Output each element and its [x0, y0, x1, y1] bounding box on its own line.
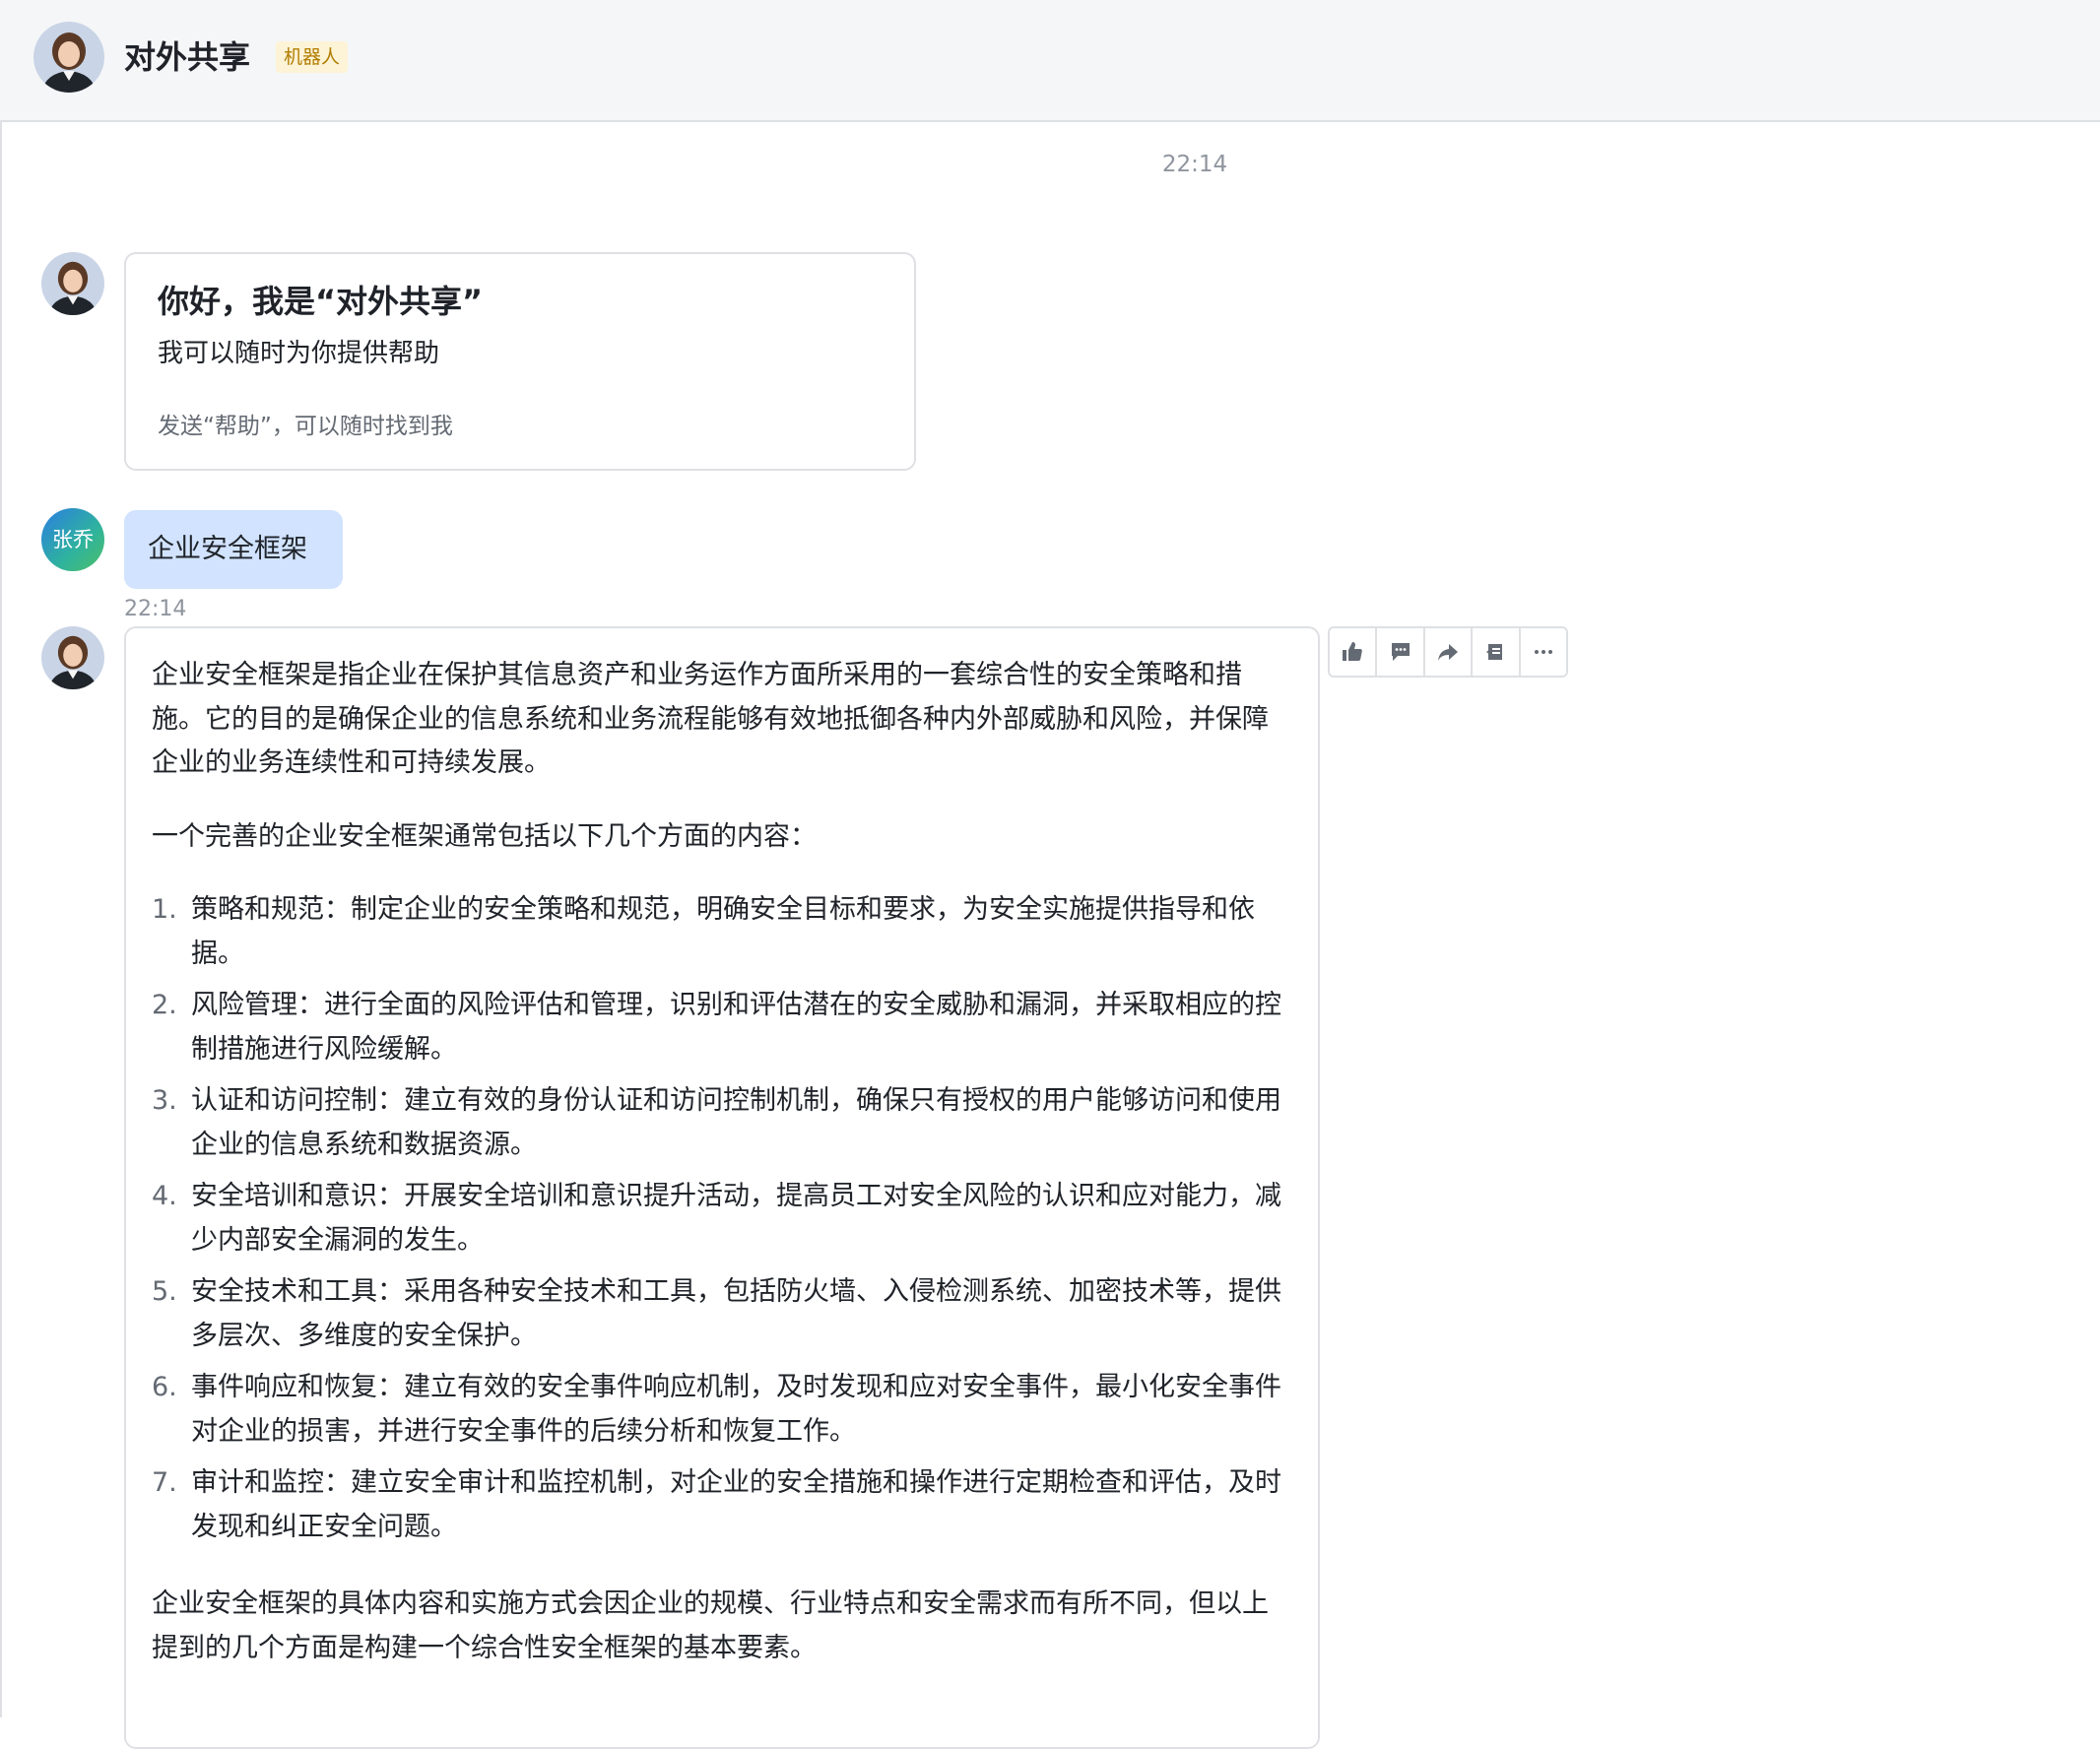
welcome-title: 你好，我是“对外共享”	[158, 283, 484, 320]
answer-lead: 一个完善的企业安全框架通常包括以下几个方面的内容：	[152, 820, 817, 852]
bot-avatar[interactable]	[41, 252, 104, 315]
message-timestamp: 22:14	[1161, 152, 1228, 177]
list-number: 7.	[152, 1467, 177, 1498]
thumbs-up-icon	[1343, 642, 1363, 661]
list-number: 5.	[152, 1276, 177, 1307]
answer-summary: 企业安全框架的具体内容和实施方式会因企业的规模、行业特点和安全需求而有所不同，但…	[152, 1588, 1269, 1663]
list-number: 4.	[152, 1181, 177, 1211]
bot-badge: 机器人	[276, 41, 349, 73]
list-item-text: 安全技术和工具：采用各种安全技术和工具，包括防火墙、入侵检测系统、加密技术等，提…	[191, 1276, 1281, 1351]
answer-intro: 企业安全框架是指企业在保护其信息资产和业务运作方面所采用的一套综合性的安全策略和…	[152, 660, 1269, 778]
user-message-bubble[interactable]: 企业安全框架	[124, 510, 343, 589]
list-item-text: 认证和访问控制：建立有效的身份认证和访问控制机制，确保只有授权的用户能够访问和使…	[191, 1085, 1281, 1160]
forward-button[interactable]	[1425, 628, 1474, 676]
list-item-text: 安全培训和意识：开展安全培训和意识提升活动，提高员工对安全风险的认识和应对能力，…	[191, 1181, 1281, 1256]
list-item: 1. 策略和规范：制定企业的安全策略和规范，明确安全目标和要求，为安全实施提供指导…	[152, 888, 1294, 976]
reply-timestamp: 22:14	[124, 597, 187, 621]
welcome-hint: 发送“帮助”，可以随时找到我	[158, 414, 453, 439]
welcome-subtitle: 我可以随时为你提供帮助	[158, 339, 440, 368]
bot-avatar[interactable]	[41, 626, 104, 689]
chat-header: 对外共享 机器人	[0, 0, 2100, 122]
message-action-toolbar	[1328, 626, 1568, 678]
list-number: 3.	[152, 1085, 177, 1116]
chat-title: 对外共享	[124, 38, 251, 76]
list-item: 3. 认证和访问控制：建立有效的身份认证和访问控制机制，确保只有授权的用户能够访问…	[152, 1079, 1294, 1167]
forward-icon	[1438, 644, 1459, 661]
list-item-text: 事件响应和恢复：建立有效的安全事件响应机制，及时发现和应对安全事件，最小化安全事…	[191, 1372, 1281, 1447]
list-number: 1.	[152, 894, 177, 925]
bot-answer-bubble[interactable]: 企业安全框架是指企业在保护其信息资产和业务运作方面所采用的一套综合性的安全策略和…	[124, 626, 1320, 1749]
pin-icon	[1486, 644, 1503, 660]
reply-button[interactable]	[1377, 628, 1425, 676]
list-number: 2.	[152, 990, 177, 1020]
list-item: 6. 事件响应和恢复：建立有效的安全事件响应机制，及时发现和应对安全事件，最小化安…	[152, 1366, 1294, 1454]
bot-avatar[interactable]	[33, 22, 104, 93]
thumbs-up-button[interactable]	[1330, 628, 1378, 676]
more-icon	[1534, 650, 1552, 654]
list-item: 5. 安全技术和工具：采用各种安全技术和工具，包括防火墙、入侵检测系统、加密技术等…	[152, 1270, 1294, 1358]
more-button[interactable]	[1521, 628, 1566, 676]
answer-list: 1. 策略和规范：制定企业的安全策略和规范，明确安全目标和要求，为安全实施提供指导…	[152, 888, 1294, 1549]
list-item: 7. 审计和监控：建立安全审计和监控机制，对企业的安全措施和操作进行定期检查和评估…	[152, 1461, 1294, 1549]
list-item: 2. 风险管理：进行全面的风险评估和管理，识别和评估潜在的安全威胁和漏洞，并采取相…	[152, 984, 1294, 1071]
comment-icon	[1391, 643, 1410, 661]
pin-button[interactable]	[1473, 628, 1521, 676]
list-item: 4. 安全培训和意识：开展安全培训和意识提升活动，提高员工对安全风险的认识和应对能…	[152, 1175, 1294, 1263]
list-item-text: 策略和规范：制定企业的安全策略和规范，明确安全目标和要求，为安全实施提供指导和依…	[191, 894, 1255, 969]
user-avatar[interactable]: 张乔	[41, 508, 104, 571]
list-number: 6.	[152, 1372, 177, 1402]
window-left-border	[0, 0, 2, 1717]
list-item-text: 审计和监控：建立安全审计和监控机制，对企业的安全措施和操作进行定期检查和评估，及…	[191, 1467, 1281, 1542]
welcome-card: 你好，我是“对外共享” 我可以随时为你提供帮助 发送“帮助”，可以随时找到我	[124, 252, 916, 471]
list-item-text: 风险管理：进行全面的风险评估和管理，识别和评估潜在的安全威胁和漏洞，并采取相应的…	[191, 990, 1281, 1065]
